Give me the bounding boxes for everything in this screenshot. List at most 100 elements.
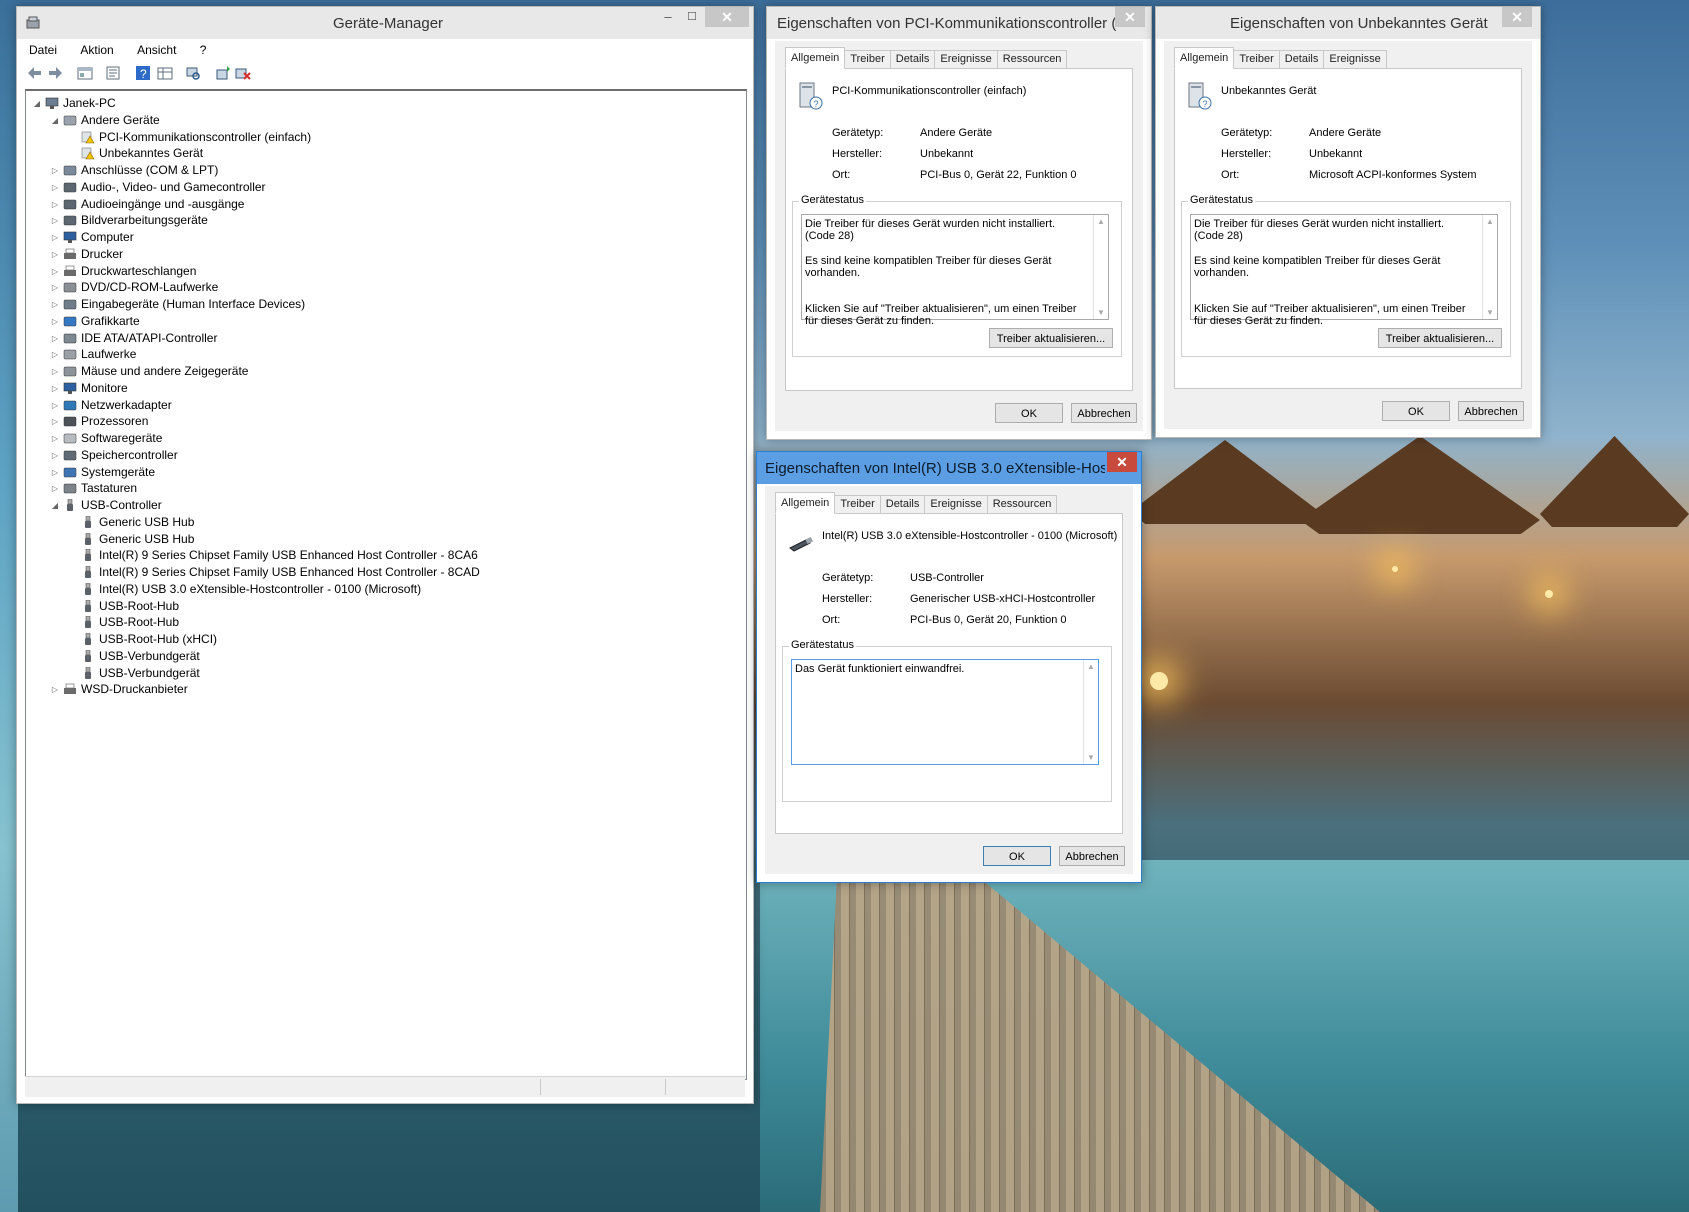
tree-expand-icon[interactable]: ▷ [50, 196, 60, 213]
dialog-titlebar[interactable]: Eigenschaften von Unbekanntes Gerät ✕ [1156, 7, 1540, 39]
tree-expand-icon[interactable]: ▷ [50, 380, 60, 397]
tree-expand-icon[interactable]: ▷ [50, 447, 60, 464]
close-button[interactable]: ✕ [1107, 452, 1137, 472]
update-driver-icon[interactable] [215, 65, 231, 81]
tree-expand-icon[interactable]: ▷ [50, 279, 60, 296]
uninstall-device-icon[interactable] [235, 65, 251, 81]
usb-icon [85, 616, 91, 629]
device-status-text[interactable]: Die Treiber für dieses Gerät wurden nich… [801, 214, 1109, 327]
tree-expand-icon[interactable]: ▷ [50, 212, 60, 229]
maximize-button[interactable]: ☐ [679, 7, 705, 27]
tree-expand-icon[interactable]: ▷ [50, 464, 60, 481]
dialog-body: Allgemein Treiber Details Ereignisse Ressour… [765, 486, 1133, 874]
scan-hardware-icon[interactable] [185, 65, 201, 81]
close-button[interactable]: ✕ [1502, 7, 1532, 27]
tree-expand-icon[interactable]: ▷ [50, 263, 60, 280]
tree-collapse-icon[interactable]: ◢ [50, 112, 60, 129]
show-hidden-icon[interactable] [77, 65, 93, 81]
software-device-icon [63, 433, 77, 444]
help-icon[interactable]: ? [135, 65, 151, 81]
cancel-button[interactable]: Abbrechen [1059, 846, 1125, 866]
tab-ressourcen[interactable]: Ressourcen [986, 495, 1058, 514]
vertical-scrollbar[interactable]: ▲ ▼ [1083, 660, 1098, 764]
tree-expand-icon[interactable]: ▷ [50, 162, 60, 179]
tree-expand-icon[interactable]: ▷ [50, 681, 60, 698]
close-button[interactable]: ✕ [1115, 7, 1145, 27]
tree-expand-icon[interactable]: ▷ [50, 313, 60, 330]
prop-label-manufacturer: Hersteller: [1221, 148, 1272, 160]
tree-item-label: Intel(R) 9 Series Chipset Family USB Enh… [99, 565, 480, 579]
tab-ereignisse[interactable]: Ereignisse [1323, 50, 1387, 69]
menu-ansicht[interactable]: Ansicht [133, 41, 180, 59]
mouse-icon [63, 366, 77, 377]
tree-expand-icon[interactable]: ▷ [50, 397, 60, 414]
minimize-button[interactable]: – [655, 7, 681, 27]
device-status-group: Gerätestatus Die Treiber für dieses Gerä… [1181, 194, 1511, 357]
device-status-text[interactable]: Das Gerät funktioniert einwandfrei. ▲ ▼ [791, 659, 1099, 765]
ok-button[interactable]: OK [995, 403, 1063, 423]
forward-arrow-icon[interactable] [47, 65, 63, 81]
vertical-scrollbar[interactable]: ▲ ▼ [1093, 215, 1108, 319]
menu-help[interactable]: ? [196, 41, 211, 59]
vertical-scrollbar[interactable]: ▲ ▼ [1482, 215, 1497, 319]
tab-allgemein[interactable]: Allgemein [775, 492, 836, 514]
update-driver-button[interactable]: Treiber aktualisieren... [989, 328, 1113, 348]
tab-details[interactable]: Details [889, 50, 936, 69]
dialog-titlebar[interactable]: Eigenschaften von Intel(R) USB 3.0 eXten… [757, 452, 1141, 484]
tab-treiber[interactable]: Treiber [844, 50, 891, 69]
usb-icon [85, 649, 91, 662]
menu-aktion[interactable]: Aktion [76, 41, 117, 59]
ok-button[interactable]: OK [1382, 401, 1450, 421]
cancel-button[interactable]: Abbrechen [1458, 401, 1524, 421]
tree-item-label: Audioeingänge und -ausgänge [81, 196, 245, 211]
tree-collapse-icon[interactable]: ◢ [50, 497, 60, 514]
dialog-titlebar[interactable]: Eigenschaften von PCI-Kommunikationscont… [767, 7, 1151, 39]
unknown-device-icon: ? [799, 82, 823, 110]
ok-button[interactable]: OK [983, 846, 1051, 866]
resources-view-icon[interactable] [157, 65, 173, 81]
tree-expand-icon[interactable]: ▷ [50, 246, 60, 263]
device-tree[interactable]: ◢ Janek-PC ◢ Andere Geräte PCI-Kommunikation… [25, 89, 747, 1080]
device-manager-titlebar[interactable]: Geräte-Manager – ☐ ✕ [17, 7, 753, 39]
device-name: Intel(R) USB 3.0 eXtensible-Hostcontroll… [822, 530, 1118, 542]
tab-details[interactable]: Details [1278, 50, 1325, 69]
group-title: Gerätestatus [789, 639, 856, 651]
wallpaper-lamp [1545, 590, 1553, 598]
tree-expand-icon[interactable]: ▷ [50, 480, 60, 497]
tree-expand-icon[interactable]: ▷ [50, 330, 60, 347]
close-button[interactable]: ✕ [705, 7, 749, 27]
tab-ressourcen[interactable]: Ressourcen [996, 50, 1068, 69]
tab-details[interactable]: Details [879, 495, 926, 514]
tree-item-label: Anschlüsse (COM & LPT) [81, 163, 219, 177]
properties-icon[interactable] [105, 65, 121, 81]
tab-ereignisse[interactable]: Ereignisse [934, 50, 998, 69]
back-arrow-icon[interactable] [27, 65, 43, 81]
tab-ereignisse[interactable]: Ereignisse [924, 495, 988, 514]
update-driver-button[interactable]: Treiber aktualisieren... [1378, 328, 1502, 348]
tree-item-label: Eingabegeräte (Human Interface Devices) [81, 297, 306, 311]
tree-expand-icon[interactable]: ▷ [50, 179, 60, 196]
tree-expand-icon[interactable]: ▷ [50, 296, 60, 313]
menu-datei[interactable]: Datei [25, 41, 61, 59]
tree-item-label: Bildverarbeitungsgeräte [81, 213, 208, 228]
tree-expand-icon[interactable]: ▷ [50, 363, 60, 380]
device-status-group: Gerätestatus Die Treiber für dieses Gerä… [792, 194, 1122, 357]
svg-text:?: ? [140, 67, 147, 81]
tree-expand-icon[interactable]: ▷ [50, 430, 60, 447]
tab-treiber[interactable]: Treiber [1233, 50, 1280, 69]
tree-item-label: Computer [81, 230, 134, 244]
tree-expand-icon[interactable]: ▷ [50, 229, 60, 246]
tab-treiber[interactable]: Treiber [834, 495, 881, 514]
usb-icon [85, 566, 91, 578]
tree-expand-icon[interactable]: ▷ [50, 346, 60, 363]
tree-collapse-icon[interactable]: ◢ [32, 95, 42, 112]
tree-item-label: USB-Root-Hub [99, 598, 180, 613]
tree-expand-icon[interactable]: ▷ [50, 413, 60, 430]
device-status-text[interactable]: Die Treiber für dieses Gerät wurden nich… [1190, 214, 1498, 327]
tab-page-allgemein: ? PCI-Kommunikationscontroller (einfach)… [785, 68, 1133, 391]
prop-label-location: Ort: [832, 169, 851, 181]
tab-allgemein[interactable]: Allgemein [1174, 47, 1235, 69]
tab-allgemein[interactable]: Allgemein [785, 47, 846, 69]
cancel-button[interactable]: Abbrechen [1071, 403, 1137, 423]
svg-text:?: ? [814, 99, 819, 109]
